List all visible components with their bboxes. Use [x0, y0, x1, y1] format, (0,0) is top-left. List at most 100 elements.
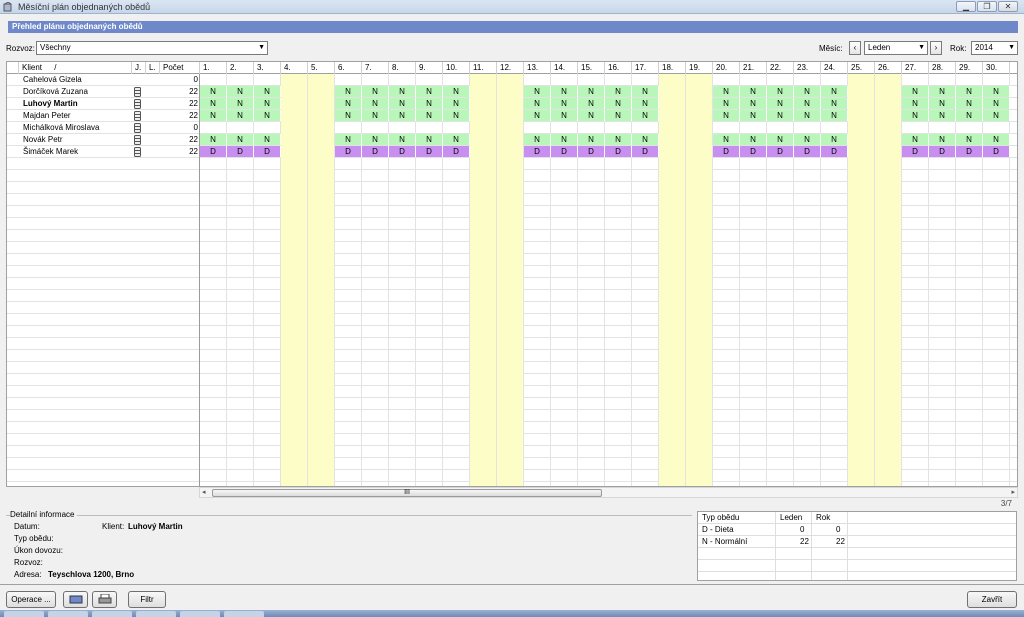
meal-code-cell[interactable]: D [929, 146, 956, 157]
meal-code-cell[interactable]: N [443, 86, 470, 97]
meal-code-cell[interactable]: N [767, 110, 794, 121]
meal-code-cell[interactable]: N [983, 86, 1010, 97]
day-header[interactable]: 19. [686, 62, 713, 74]
meal-code-cell[interactable]: N [227, 110, 254, 121]
meal-code-cell[interactable]: N [929, 110, 956, 121]
meal-code-cell[interactable]: N [524, 134, 551, 145]
meal-code-cell[interactable]: N [335, 86, 362, 97]
day-header[interactable]: 3. [254, 62, 281, 74]
meal-code-cell[interactable]: N [362, 110, 389, 121]
day-header[interactable]: 16. [605, 62, 632, 74]
day-header[interactable]: 4. [281, 62, 308, 74]
day-header[interactable]: 22. [767, 62, 794, 74]
meal-code-cell[interactable]: N [821, 98, 848, 109]
day-header[interactable]: 28. [929, 62, 956, 74]
preview-button[interactable] [63, 591, 88, 608]
meal-code-cell[interactable]: N [227, 86, 254, 97]
meal-code-cell[interactable]: N [956, 134, 983, 145]
restore-button[interactable]: ❐ [977, 1, 997, 12]
meal-code-cell[interactable]: N [551, 134, 578, 145]
meal-code-cell[interactable]: N [983, 134, 1010, 145]
scroll-left-icon[interactable]: ◂ [202, 488, 206, 496]
meal-code-cell[interactable]: N [335, 134, 362, 145]
meal-code-cell[interactable]: N [389, 86, 416, 97]
meal-code-cell[interactable]: N [902, 86, 929, 97]
meal-code-cell[interactable]: N [740, 134, 767, 145]
day-header[interactable]: 24. [821, 62, 848, 74]
meal-code-cell[interactable]: N [713, 98, 740, 109]
meal-code-cell[interactable]: N [632, 98, 659, 109]
meal-code-cell[interactable]: D [227, 146, 254, 157]
day-header[interactable]: 29. [956, 62, 983, 74]
day-header[interactable]: 17. [632, 62, 659, 74]
day-header[interactable]: 8. [389, 62, 416, 74]
meal-code-cell[interactable]: D [389, 146, 416, 157]
meal-code-cell[interactable]: N [200, 86, 227, 97]
meal-code-cell[interactable]: N [794, 86, 821, 97]
meal-code-cell[interactable]: N [983, 110, 1010, 121]
meal-code-cell[interactable]: N [632, 86, 659, 97]
meal-code-cell[interactable]: N [821, 86, 848, 97]
meal-code-cell[interactable]: D [902, 146, 929, 157]
meal-code-cell[interactable]: N [902, 110, 929, 121]
meal-code-cell[interactable]: N [362, 86, 389, 97]
meal-code-cell[interactable]: N [740, 98, 767, 109]
client-row[interactable]: Dorčíková Zuzana 22 [7, 86, 199, 98]
meal-code-cell[interactable]: N [929, 98, 956, 109]
month-select[interactable]: Leden ▼ [864, 41, 928, 55]
meal-code-cell[interactable]: N [443, 98, 470, 109]
meal-code-cell[interactable]: D [794, 146, 821, 157]
meal-code-cell[interactable]: N [551, 110, 578, 121]
day-header[interactable]: 14. [551, 62, 578, 74]
meal-code-cell[interactable]: N [524, 98, 551, 109]
meal-code-cell[interactable]: N [335, 98, 362, 109]
meal-code-cell[interactable]: N [200, 110, 227, 121]
meal-code-cell[interactable]: N [200, 98, 227, 109]
next-month-button[interactable]: › [930, 41, 942, 55]
meal-code-cell[interactable]: D [443, 146, 470, 157]
meal-code-cell[interactable]: D [983, 146, 1010, 157]
client-row[interactable]: Šimáček Marek 22 [7, 146, 199, 158]
meal-code-cell[interactable]: N [740, 86, 767, 97]
day-header[interactable]: 27. [902, 62, 929, 74]
meal-code-cell[interactable]: N [605, 86, 632, 97]
meal-code-cell[interactable]: D [821, 146, 848, 157]
meal-code-cell[interactable]: N [902, 98, 929, 109]
rozvoz-select[interactable]: Všechny ▼ [36, 41, 268, 55]
horizontal-scrollbar[interactable]: ◂ III ▸ [199, 487, 1018, 498]
meal-code-cell[interactable]: N [605, 110, 632, 121]
taskbar-item[interactable] [136, 611, 176, 617]
prev-month-button[interactable]: ‹ [849, 41, 861, 55]
meal-code-cell[interactable]: D [362, 146, 389, 157]
meal-code-cell[interactable]: N [578, 98, 605, 109]
meal-code-cell[interactable]: N [578, 110, 605, 121]
operace-button[interactable]: Operace ... [6, 591, 56, 608]
day-header[interactable]: 15. [578, 62, 605, 74]
meal-code-cell[interactable]: N [254, 86, 281, 97]
scrollbar-thumb[interactable]: III [212, 489, 602, 497]
meal-code-cell[interactable]: N [254, 134, 281, 145]
meal-code-cell[interactable]: N [794, 134, 821, 145]
day-header[interactable]: 6. [335, 62, 362, 74]
column-header-l[interactable]: L. [146, 62, 160, 74]
meal-code-cell[interactable]: N [416, 86, 443, 97]
day-header[interactable]: 21. [740, 62, 767, 74]
meal-code-cell[interactable]: N [632, 110, 659, 121]
day-header[interactable]: 9. [416, 62, 443, 74]
meal-code-cell[interactable]: N [767, 134, 794, 145]
meal-code-cell[interactable]: N [578, 134, 605, 145]
day-header[interactable]: 26. [875, 62, 902, 74]
day-header[interactable]: 30. [983, 62, 1010, 74]
meal-code-cell[interactable]: N [605, 134, 632, 145]
taskbar-item[interactable] [180, 611, 220, 617]
close-button[interactable]: ✕ [998, 1, 1018, 12]
meal-code-cell[interactable]: D [740, 146, 767, 157]
print-button[interactable] [92, 591, 117, 608]
meal-code-cell[interactable]: N [416, 134, 443, 145]
meal-code-cell[interactable]: D [767, 146, 794, 157]
taskbar-item[interactable] [48, 611, 88, 617]
meal-code-cell[interactable]: D [551, 146, 578, 157]
day-header[interactable]: 7. [362, 62, 389, 74]
minimize-button[interactable]: ▁ [956, 1, 976, 12]
meal-code-cell[interactable]: N [416, 110, 443, 121]
